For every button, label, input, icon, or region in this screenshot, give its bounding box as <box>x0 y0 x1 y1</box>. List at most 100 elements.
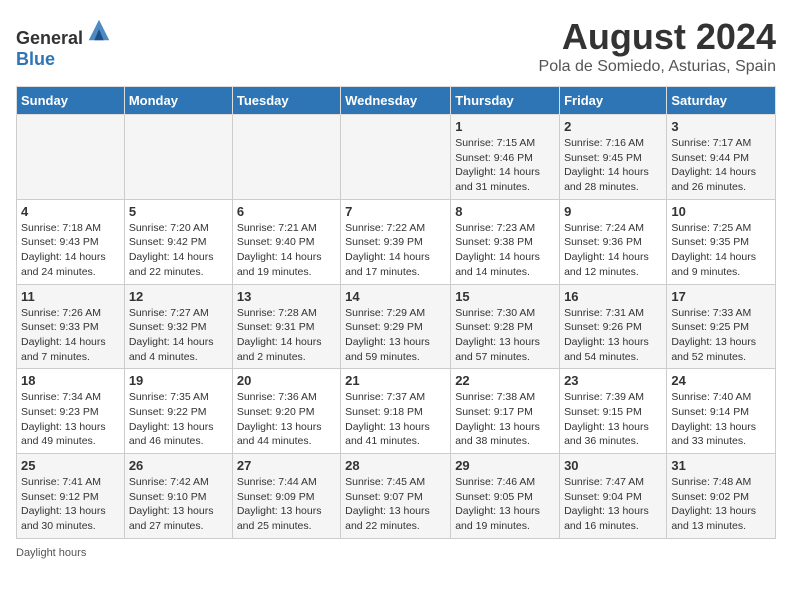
calendar-cell: 24 Sunrise: 7:40 AMSunset: 9:14 PMDayligh… <box>667 369 776 454</box>
day-info: Sunrise: 7:34 AMSunset: 9:23 PMDaylight:… <box>21 390 120 449</box>
calendar-cell: 20 Sunrise: 7:36 AMSunset: 9:20 PMDayligh… <box>232 369 340 454</box>
calendar-cell: 27Sunrise: 7:44 AMSunset: 9:09 PMDayligh… <box>232 454 340 539</box>
day-info: Sunrise: 7:25 AMSunset: 9:35 PMDaylight:… <box>671 221 771 280</box>
day-number: 30 <box>564 458 662 473</box>
day-number: 8 <box>455 204 555 219</box>
calendar-cell: 29 Sunrise: 7:46 AMSunset: 9:05 PMDayligh… <box>451 454 560 539</box>
daylight-label: Daylight hours <box>16 547 86 559</box>
title-section: August 2024 Pola de Somiedo, Asturias, S… <box>539 16 776 76</box>
calendar-cell: 11 Sunrise: 7:26 AMSunset: 9:33 PMDayligh… <box>17 284 125 369</box>
day-info: Sunrise: 7:17 AMSunset: 9:44 PMDaylight:… <box>671 136 771 195</box>
day-number: 31 <box>671 458 771 473</box>
day-info: Sunrise: 7:46 AMSunset: 9:05 PMDaylight:… <box>455 475 555 534</box>
header-sunday: Sunday <box>17 87 125 115</box>
header-tuesday: Tuesday <box>232 87 340 115</box>
header-thursday: Thursday <box>451 87 560 115</box>
day-number: 14 <box>345 289 446 304</box>
day-number: 9 <box>564 204 662 219</box>
header: General Blue August 2024 Pola de Somiedo… <box>16 16 776 76</box>
day-number: 6 <box>237 204 336 219</box>
calendar-cell: 18 Sunrise: 7:34 AMSunset: 9:23 PMDayligh… <box>17 369 125 454</box>
day-info: Sunrise: 7:42 AMSunset: 9:10 PMDaylight:… <box>129 475 228 534</box>
day-number: 20 <box>237 373 336 388</box>
day-number: 11 <box>21 289 120 304</box>
day-number: 5 <box>129 204 228 219</box>
calendar-cell: 30 Sunrise: 7:47 AMSunset: 9:04 PMDayligh… <box>560 454 667 539</box>
calendar-cell: 10Sunrise: 7:25 AMSunset: 9:35 PMDayligh… <box>667 199 776 284</box>
calendar-cell: 13 Sunrise: 7:28 AMSunset: 9:31 PMDayligh… <box>232 284 340 369</box>
day-info: Sunrise: 7:40 AMSunset: 9:14 PMDaylight:… <box>671 390 771 449</box>
header-monday: Monday <box>124 87 232 115</box>
day-info: Sunrise: 7:35 AMSunset: 9:22 PMDaylight:… <box>129 390 228 449</box>
calendar-cell: 2Sunrise: 7:16 AMSunset: 9:45 PMDaylight… <box>560 115 667 200</box>
calendar-cell: 15Sunrise: 7:30 AMSunset: 9:28 PMDayligh… <box>451 284 560 369</box>
day-number: 2 <box>564 119 662 134</box>
day-info: Sunrise: 7:44 AMSunset: 9:09 PMDaylight:… <box>237 475 336 534</box>
calendar-cell: 4 Sunrise: 7:18 AMSunset: 9:43 PMDaylight… <box>17 199 125 284</box>
logo-blue: Blue <box>16 49 55 69</box>
day-info: Sunrise: 7:48 AMSunset: 9:02 PMDaylight:… <box>671 475 771 534</box>
day-number: 18 <box>21 373 120 388</box>
calendar-cell: 9 Sunrise: 7:24 AMSunset: 9:36 PMDaylight… <box>560 199 667 284</box>
calendar-cell <box>17 115 125 200</box>
calendar-cell <box>232 115 340 200</box>
day-number: 4 <box>21 204 120 219</box>
day-info: Sunrise: 7:39 AMSunset: 9:15 PMDaylight:… <box>564 390 662 449</box>
day-info: Sunrise: 7:18 AMSunset: 9:43 PMDaylight:… <box>21 221 120 280</box>
calendar-cell: 23Sunrise: 7:39 AMSunset: 9:15 PMDayligh… <box>560 369 667 454</box>
calendar-cell: 6Sunrise: 7:21 AMSunset: 9:40 PMDaylight… <box>232 199 340 284</box>
week-row-3: 11 Sunrise: 7:26 AMSunset: 9:33 PMDayligh… <box>17 284 776 369</box>
day-number: 7 <box>345 204 446 219</box>
calendar-cell: 14 Sunrise: 7:29 AMSunset: 9:29 PMDayligh… <box>341 284 451 369</box>
day-info: Sunrise: 7:20 AMSunset: 9:42 PMDaylight:… <box>129 221 228 280</box>
calendar-cell: 12Sunrise: 7:27 AMSunset: 9:32 PMDayligh… <box>124 284 232 369</box>
day-number: 12 <box>129 289 228 304</box>
day-number: 26 <box>129 458 228 473</box>
logo-text: General Blue <box>16 16 113 70</box>
calendar-cell: 21 Sunrise: 7:37 AMSunset: 9:18 PMDayligh… <box>341 369 451 454</box>
main-title: August 2024 <box>539 16 776 58</box>
day-info: Sunrise: 7:47 AMSunset: 9:04 PMDaylight:… <box>564 475 662 534</box>
day-info: Sunrise: 7:28 AMSunset: 9:31 PMDaylight:… <box>237 306 336 365</box>
day-number: 28 <box>345 458 446 473</box>
calendar-cell <box>124 115 232 200</box>
day-info: Sunrise: 7:29 AMSunset: 9:29 PMDaylight:… <box>345 306 446 365</box>
logo: General Blue <box>16 16 113 70</box>
footer: Daylight hours <box>16 547 776 559</box>
day-number: 17 <box>671 289 771 304</box>
calendar-cell: 1Sunrise: 7:15 AMSunset: 9:46 PMDaylight… <box>451 115 560 200</box>
calendar-cell: 3 Sunrise: 7:17 AMSunset: 9:44 PMDaylight… <box>667 115 776 200</box>
calendar-cell: 22Sunrise: 7:38 AMSunset: 9:17 PMDayligh… <box>451 369 560 454</box>
day-number: 13 <box>237 289 336 304</box>
header-saturday: Saturday <box>667 87 776 115</box>
week-row-4: 18 Sunrise: 7:34 AMSunset: 9:23 PMDayligh… <box>17 369 776 454</box>
day-number: 29 <box>455 458 555 473</box>
day-number: 16 <box>564 289 662 304</box>
logo-general: General <box>16 28 83 48</box>
day-number: 22 <box>455 373 555 388</box>
day-info: Sunrise: 7:37 AMSunset: 9:18 PMDaylight:… <box>345 390 446 449</box>
calendar-cell: 7 Sunrise: 7:22 AMSunset: 9:39 PMDaylight… <box>341 199 451 284</box>
day-number: 19 <box>129 373 228 388</box>
calendar-cell: 17Sunrise: 7:33 AMSunset: 9:25 PMDayligh… <box>667 284 776 369</box>
calendar-cell: 16 Sunrise: 7:31 AMSunset: 9:26 PMDayligh… <box>560 284 667 369</box>
day-info: Sunrise: 7:24 AMSunset: 9:36 PMDaylight:… <box>564 221 662 280</box>
day-info: Sunrise: 7:31 AMSunset: 9:26 PMDaylight:… <box>564 306 662 365</box>
calendar-table: SundayMondayTuesdayWednesdayThursdayFrid… <box>16 86 776 539</box>
header-friday: Friday <box>560 87 667 115</box>
week-row-5: 25Sunrise: 7:41 AMSunset: 9:12 PMDayligh… <box>17 454 776 539</box>
header-wednesday: Wednesday <box>341 87 451 115</box>
day-info: Sunrise: 7:15 AMSunset: 9:46 PMDaylight:… <box>455 136 555 195</box>
calendar-cell: 8Sunrise: 7:23 AMSunset: 9:38 PMDaylight… <box>451 199 560 284</box>
day-info: Sunrise: 7:45 AMSunset: 9:07 PMDaylight:… <box>345 475 446 534</box>
day-info: Sunrise: 7:22 AMSunset: 9:39 PMDaylight:… <box>345 221 446 280</box>
day-number: 24 <box>671 373 771 388</box>
header-row: SundayMondayTuesdayWednesdayThursdayFrid… <box>17 87 776 115</box>
day-info: Sunrise: 7:26 AMSunset: 9:33 PMDaylight:… <box>21 306 120 365</box>
day-info: Sunrise: 7:36 AMSunset: 9:20 PMDaylight:… <box>237 390 336 449</box>
calendar-cell: 19 Sunrise: 7:35 AMSunset: 9:22 PMDayligh… <box>124 369 232 454</box>
week-row-1: 1Sunrise: 7:15 AMSunset: 9:46 PMDaylight… <box>17 115 776 200</box>
day-number: 21 <box>345 373 446 388</box>
day-number: 3 <box>671 119 771 134</box>
week-row-2: 4 Sunrise: 7:18 AMSunset: 9:43 PMDaylight… <box>17 199 776 284</box>
